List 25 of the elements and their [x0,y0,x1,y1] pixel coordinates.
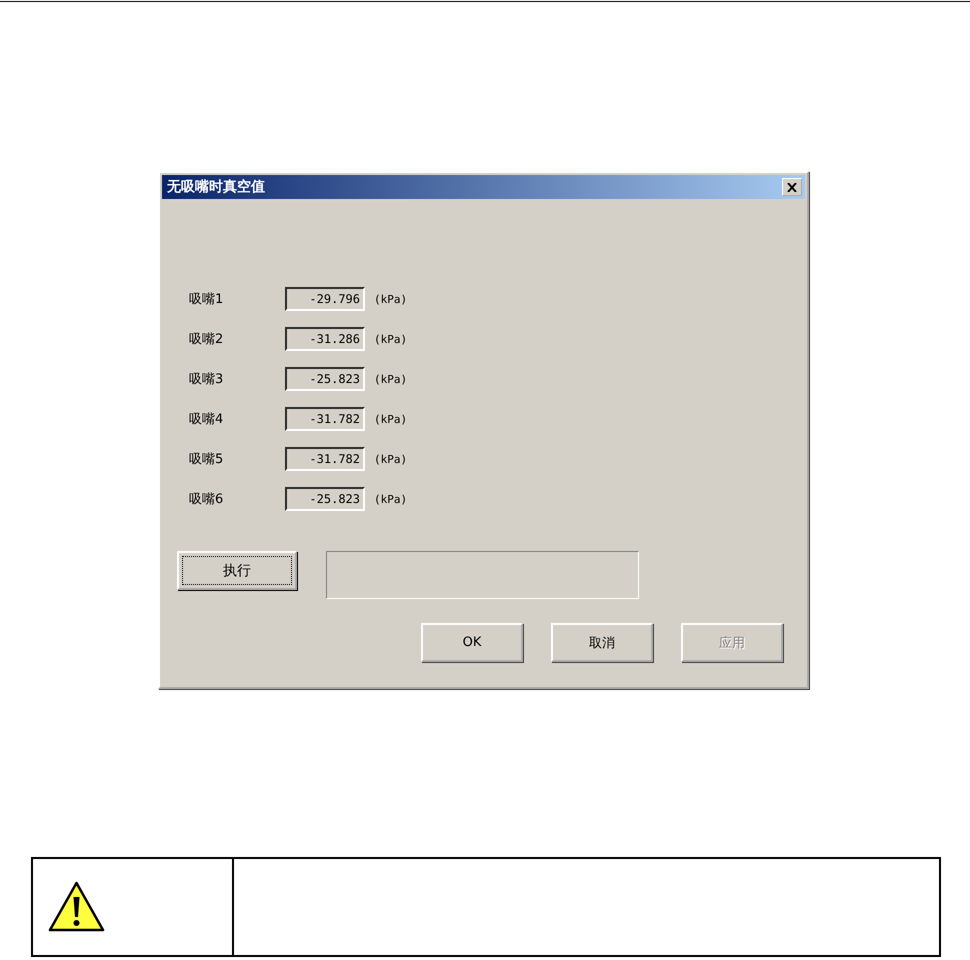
value-field: -31.286 [285,327,365,351]
value-field: -25.823 [285,487,365,511]
execute-button[interactable]: 执行 [177,551,297,590]
unit-label: (kPa) [374,332,408,346]
dialog-button[interactable]: OK [421,623,523,662]
warning-icon [48,881,105,933]
unit-label: (kPa) [374,412,408,426]
nozzle-label: 吸嘴4 [189,411,224,428]
unit-label: (kPa) [374,372,408,386]
nozzle-label: 吸嘴5 [189,451,224,468]
unit-label: (kPa) [374,452,408,466]
dialog-button[interactable]: 取消 [551,623,653,662]
nozzle-label: 吸嘴1 [189,291,224,308]
nozzle-label: 吸嘴6 [189,491,224,508]
value-field: -31.782 [285,407,365,431]
window-title: 无吸嘴时真空值 [167,178,265,196]
nozzle-label: 吸嘴2 [189,331,224,348]
value-field: -31.782 [285,447,365,471]
close-icon [787,182,797,192]
unit-label: (kPa) [374,492,408,506]
close-button[interactable] [782,178,802,196]
value-field: -29.796 [285,287,365,311]
nozzle-label: 吸嘴3 [189,371,224,388]
value-field: -25.823 [285,367,365,391]
unit-label: (kPa) [374,292,408,306]
